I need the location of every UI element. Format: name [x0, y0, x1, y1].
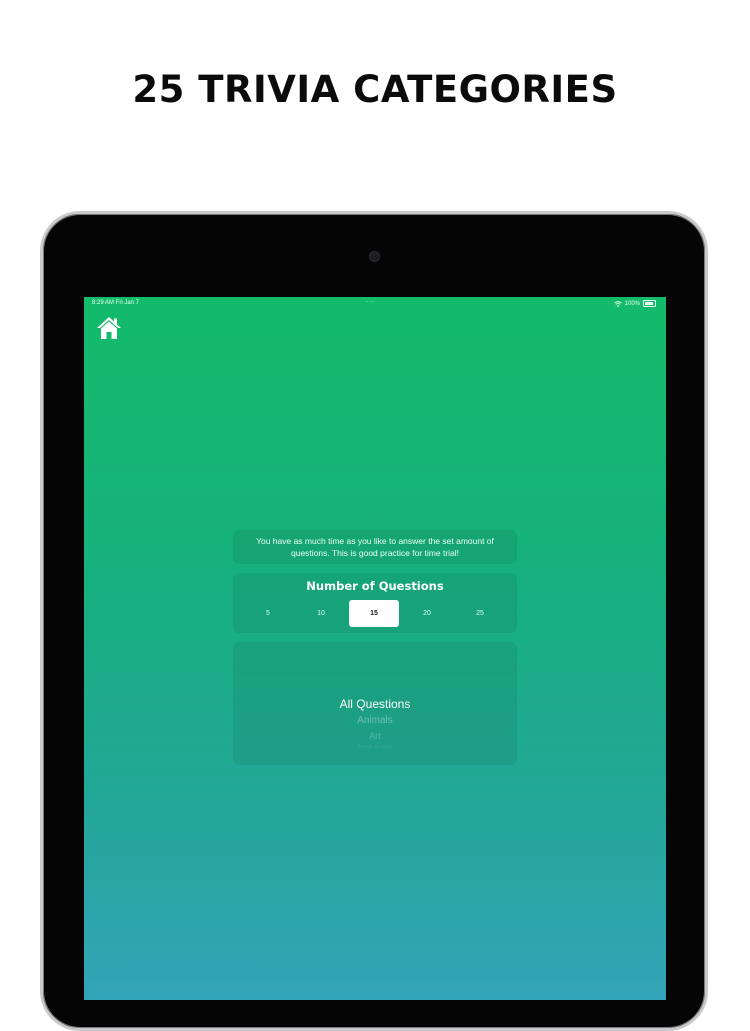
question-count-option-selected[interactable]: 15 [349, 600, 399, 627]
question-count-option[interactable]: 5 [243, 600, 293, 627]
camera-dot [369, 251, 380, 262]
wifi-icon [613, 300, 622, 307]
question-count-option[interactable]: 20 [402, 600, 452, 627]
page-headline: 25 TRIVIA CATEGORIES [132, 68, 618, 111]
status-right: 100% [613, 300, 656, 307]
category-item[interactable]: Brands & Logos [233, 744, 517, 750]
questions-card: Number of Questions 5 10 15 20 25 [233, 573, 517, 633]
battery-icon [643, 300, 656, 307]
home-icon[interactable] [96, 316, 122, 340]
category-item[interactable]: Animals [233, 715, 517, 726]
question-count-option[interactable]: 10 [296, 600, 346, 627]
description-text: You have as much time as you like to ans… [256, 536, 494, 558]
app-screen: 8:29 AM Fri Jan 7 ··· 100% You have as m… [84, 297, 666, 1000]
status-bar: 8:29 AM Fri Jan 7 ··· 100% [84, 297, 666, 311]
battery-percent: 100% [624, 300, 640, 307]
category-item[interactable]: Art [233, 731, 517, 741]
multitask-dots: ··· [366, 299, 375, 305]
category-item-selected[interactable]: All Questions [233, 697, 517, 711]
status-time: 8:29 AM Fri Jan 7 [92, 300, 140, 306]
question-count-option[interactable]: 25 [455, 600, 505, 627]
description-card: You have as much time as you like to ans… [233, 530, 517, 564]
questions-title: Number of Questions [306, 579, 444, 593]
category-picker[interactable]: All Questions Animals Art Brands & Logos [233, 642, 517, 765]
